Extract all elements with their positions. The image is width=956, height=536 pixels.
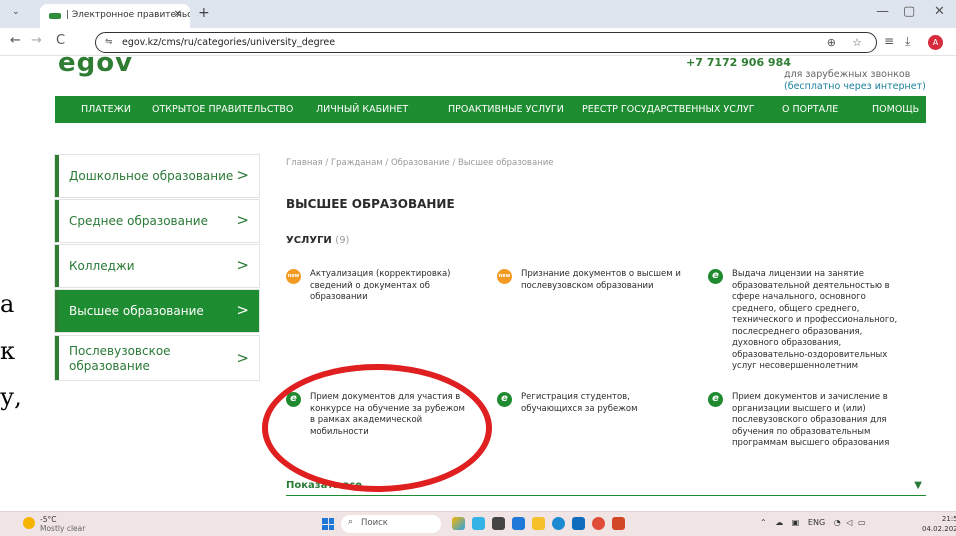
new-badge-icon: new [497, 269, 512, 284]
sidebar-item-label: Дошкольное образование [69, 169, 234, 183]
service-link[interactable]: Выдача лицензии на занятие образовательн… [732, 269, 904, 373]
taskbar-search[interactable]: ⌕ Поиск [341, 515, 441, 533]
service-link[interactable]: Регистрация студентов, обучающихся за ру… [521, 392, 693, 415]
slide-text-fragment: а [0, 290, 15, 318]
weather-temp: -5°C [40, 515, 57, 524]
services-label: УСЛУГИ [286, 235, 332, 246]
e-service-icon: e [708, 392, 723, 407]
menu-item-open-government[interactable]: ОТКРЫТОЕ ПРАВИТЕЛЬСТВО [152, 104, 293, 115]
browser-tab-title: | Электронное правительство [66, 10, 190, 20]
phone-number: +7 7172 906 984 [686, 56, 791, 69]
service-link[interactable]: Прием документов и зачисление в организа… [732, 392, 904, 450]
sidebar-item-label: Высшее образование [69, 304, 204, 318]
app-tray-icon[interactable]: ▣ [792, 518, 800, 527]
input-language[interactable]: ENG [808, 518, 825, 527]
menu-item-about[interactable]: О ПОРТАЛЕ [782, 104, 838, 115]
menu-item-proactive-services[interactable]: ПРОАКТИВНЫЕ УСЛУГИ [448, 104, 564, 115]
e-service-icon: e [708, 269, 723, 284]
forward-icon[interactable]: → [31, 33, 42, 48]
cloud-icon[interactable]: ☁ [775, 518, 783, 527]
weather-icon[interactable] [23, 517, 35, 529]
menu-item-payments[interactable]: ПЛАТЕЖИ [81, 104, 131, 115]
volume-icon[interactable]: ◁ [846, 518, 852, 527]
tab-list-chevron-icon[interactable]: ⌄ [12, 7, 20, 17]
sidebar-item-label: Колледжи [69, 259, 135, 273]
service-link[interactable]: Признание документов о высшем и послевуз… [521, 269, 693, 292]
extensions-icon[interactable]: ≡ [884, 34, 894, 48]
powerpoint-app-icon[interactable] [612, 517, 625, 530]
service-link[interactable]: Актуализация (корректировка) сведений о … [310, 269, 482, 304]
edge-app-icon[interactable] [472, 517, 485, 530]
menu-item-help[interactable]: ПОМОЩЬ [872, 104, 919, 115]
menu-item-personal-account[interactable]: ЛИЧНЫЙ КАБИНЕТ [316, 104, 408, 115]
browser-address-row: ← → C ⇋ egov.kz/cms/ru/categories/univer… [0, 28, 956, 56]
back-icon[interactable]: ← [10, 33, 21, 48]
tab-close-icon[interactable]: ✕ [174, 9, 182, 20]
page-title: ВЫСШЕЕ ОБРАЗОВАНИЕ [286, 197, 455, 211]
weather-widget[interactable]: -5°C Mostly clear [40, 515, 85, 533]
slide-text-fragment: к [0, 337, 15, 365]
system-clock[interactable]: 21:55 04.02.2025 [922, 514, 956, 534]
bookmark-star-icon[interactable]: ☆ [852, 36, 862, 49]
minimize-button[interactable]: — [876, 4, 889, 19]
sidebar-item-higher[interactable]: Высшее образование > [55, 290, 259, 332]
egov-favicon-icon [49, 13, 61, 19]
sidebar-item-colleges[interactable]: Колледжи > [55, 245, 259, 287]
search-icon: ⌕ [348, 517, 354, 527]
profile-avatar[interactable]: A [928, 35, 943, 50]
download-icon[interactable]: ⤓ [905, 34, 910, 49]
menu-item-services-registry[interactable]: РЕЕСТР ГОСУДАРСТВЕННЫХ УСЛУГ [582, 104, 755, 115]
task-view-icon[interactable] [492, 517, 505, 530]
site-info-icon[interactable]: ⇋ [105, 37, 113, 47]
mail-app-icon[interactable] [572, 517, 585, 530]
search-placeholder: Поиск [361, 518, 388, 528]
url-bar[interactable]: ⇋ egov.kz/cms/ru/categories/university_d… [95, 32, 877, 53]
intl-call-note: для зарубежных звонков [784, 69, 911, 80]
widgets-app-icon[interactable] [452, 517, 465, 530]
zoom-icon[interactable]: ⊕ [827, 36, 836, 49]
chevron-right-icon: > [236, 349, 249, 367]
reload-icon[interactable]: C [56, 33, 65, 48]
main-menu: ПЛАТЕЖИ ОТКРЫТОЕ ПРАВИТЕЛЬСТВО ЛИЧНЫЙ КА… [55, 96, 926, 123]
url-text: egov.kz/cms/ru/categories/university_deg… [122, 37, 336, 48]
clock-date: 04.02.2025 [922, 525, 956, 533]
chevron-down-icon: ▼ [914, 480, 922, 491]
sidebar-item-secondary[interactable]: Среднее образование > [55, 200, 259, 242]
windows-start-icon[interactable] [322, 518, 334, 530]
system-tray[interactable]: ⌃ ☁ ▣ ENG ◔ ◁ ▭ [760, 518, 866, 527]
close-window-button[interactable]: ✕ [934, 4, 945, 19]
sidebar-item-label: Послевузовское образование [69, 344, 171, 373]
browser-tab[interactable]: | Электронное правительство ✕ [40, 4, 190, 28]
maximize-button[interactable]: ▢ [903, 4, 915, 19]
free-call-link[interactable]: (бесплатно через интернет) [784, 81, 926, 92]
breadcrumb[interactable]: Главная / Гражданам / Образование / Высш… [286, 158, 553, 168]
windows-taskbar: -5°C Mostly clear ⌕ Поиск ⌃ ☁ ▣ ENG ◔ ◁ … [0, 511, 956, 536]
slide-text-fragment: у, [0, 383, 22, 411]
clock-time: 21:55 [941, 515, 956, 523]
services-heading: УСЛУГИ (9) [286, 235, 349, 246]
chevron-right-icon: > [236, 301, 249, 319]
e-service-icon: e [497, 392, 512, 407]
sidebar-item-label: Среднее образование [69, 214, 208, 228]
sidebar-item-preschool[interactable]: Дошкольное образование > [55, 155, 259, 197]
store-app-icon[interactable] [512, 517, 525, 530]
highlight-circle [262, 364, 492, 492]
egov-logo[interactable]: egov [58, 48, 133, 78]
battery-icon[interactable]: ▭ [858, 518, 866, 527]
file-explorer-icon[interactable] [532, 517, 545, 530]
new-badge-icon: new [286, 269, 301, 284]
chevron-right-icon: > [236, 256, 249, 274]
browser-tab-bar: ⌄ | Электронное правительство ✕ + — ▢ ✕ [0, 0, 956, 28]
sidebar-item-postgraduate[interactable]: Послевузовское образование > [55, 336, 259, 380]
chrome-app-icon[interactable] [592, 517, 605, 530]
chevron-right-icon: > [236, 211, 249, 229]
chevron-right-icon: > [236, 166, 249, 184]
tray-overflow-icon[interactable]: ⌃ [760, 518, 767, 527]
services-count: (9) [335, 235, 350, 246]
new-tab-button[interactable]: + [198, 5, 210, 21]
weather-desc: Mostly clear [40, 524, 86, 533]
wifi-icon[interactable]: ◔ [834, 518, 841, 527]
edge-browser-icon[interactable] [552, 517, 565, 530]
